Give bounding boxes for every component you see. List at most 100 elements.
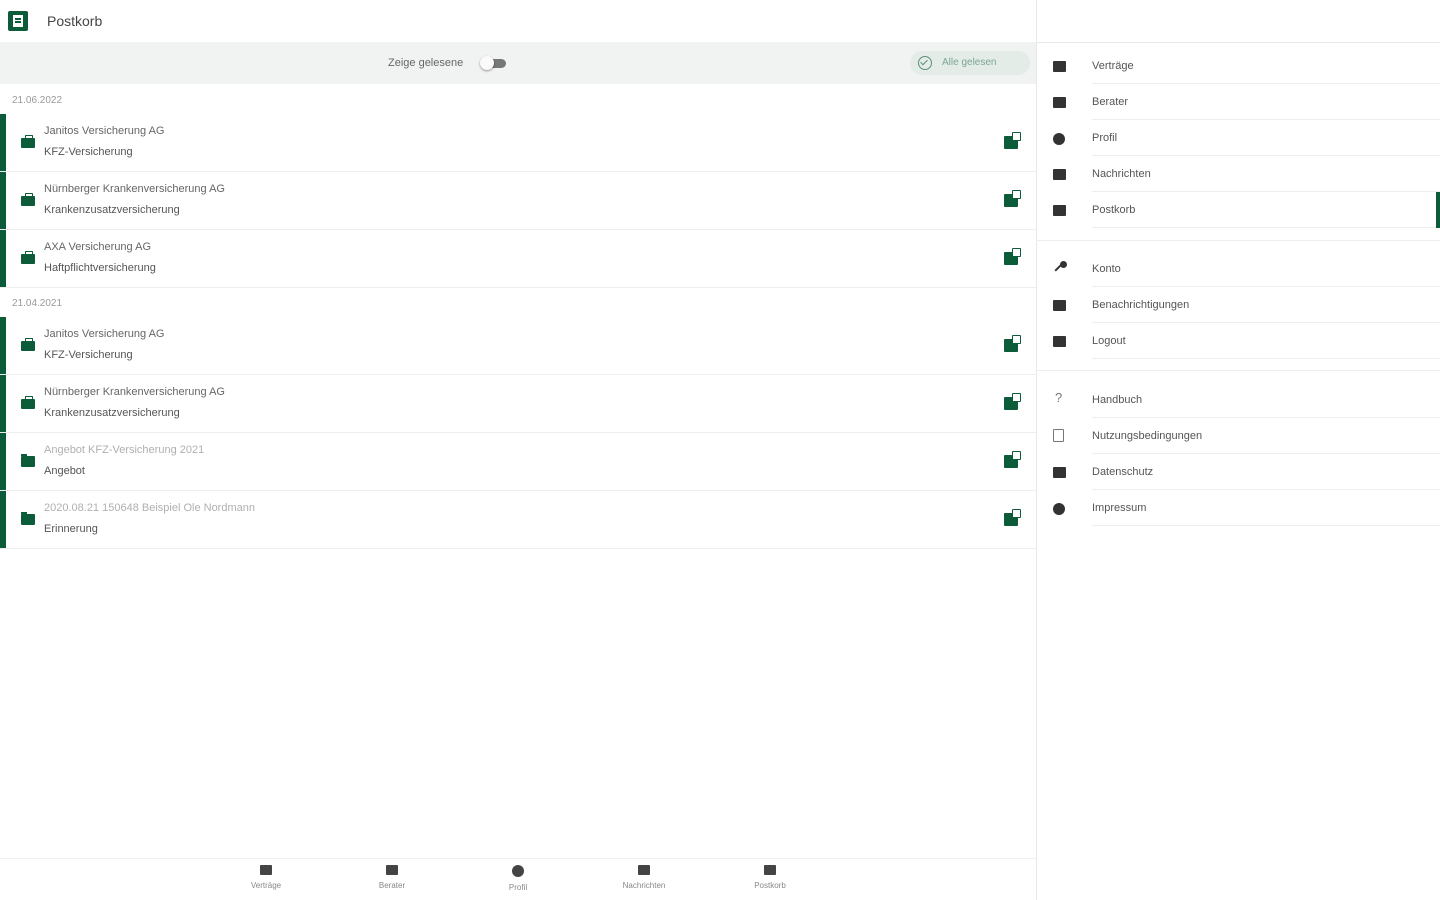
info-icon (1053, 503, 1065, 515)
sidebar-item-konto[interactable]: Konto (1037, 251, 1440, 287)
section-divider (1037, 370, 1440, 371)
item-subject: Haftpflichtversicherung (44, 262, 156, 274)
profile-icon (1053, 133, 1065, 145)
briefcase-icon (1053, 61, 1066, 72)
list-item[interactable]: Nürnberger Krankenversicherung AG Kranke… (0, 172, 1036, 230)
bottom-nav-nachrichten[interactable]: Nachrichten (604, 865, 684, 890)
briefcase-icon (21, 193, 35, 206)
item-subject: KFZ-Versicherung (44, 146, 133, 158)
inbox-icon (1053, 205, 1066, 216)
date-header: 21.06.2022 (12, 95, 63, 106)
list-item[interactable]: Janitos Versicherung AG KFZ-Versicherung (0, 317, 1036, 375)
item-sender: Nürnberger Krankenversicherung AG (44, 386, 225, 398)
sidebar-item-label: Postkorb (1092, 204, 1136, 216)
sidebar-item-label: Benachrichtigungen (1092, 299, 1190, 311)
sidebar-item-label: Handbuch (1092, 394, 1143, 406)
divider (1092, 358, 1440, 359)
briefcase-icon (21, 135, 35, 148)
list-item[interactable]: Angebot KFZ-Versicherung 2021 Angebot (0, 433, 1036, 491)
check-circle-icon (918, 56, 932, 70)
bottom-nav-label: Berater (378, 881, 406, 890)
item-subject: Erinnerung (44, 523, 98, 535)
show-read-label: Zeige gelesene (388, 57, 464, 69)
sidebar-item-handbuch[interactable]: ? Handbuch (1037, 382, 1440, 418)
sidebar-item-nutzungsbedingungen[interactable]: Nutzungsbedingungen (1037, 418, 1440, 454)
open-external-icon[interactable] (1004, 190, 1021, 207)
bottom-nav: Verträge Berater Profil Nachrichten Post… (0, 858, 1036, 900)
mail-icon (638, 865, 650, 875)
sidebar-item-label: Verträge (1092, 60, 1134, 72)
bottom-nav-label: Verträge (250, 881, 282, 890)
folder-icon (21, 512, 35, 525)
bottom-nav-label: Profil (508, 883, 528, 892)
sidebar-item-label: Datenschutz (1092, 466, 1154, 478)
sidebar-item-datenschutz[interactable]: Datenschutz (1037, 454, 1440, 490)
app-logo-icon[interactable] (8, 11, 28, 31)
item-sender: Janitos Versicherung AG (44, 328, 165, 340)
open-external-icon[interactable] (1004, 132, 1021, 149)
mark-all-read-button[interactable]: Alle gelesen (910, 51, 1030, 75)
list-item[interactable]: Nürnberger Krankenversicherung AG Kranke… (0, 375, 1036, 433)
mail-icon (1053, 169, 1066, 180)
divider (1092, 227, 1440, 228)
document-icon (1053, 429, 1064, 442)
item-subject: Krankenzusatzversicherung (44, 204, 180, 216)
sidebar-item-profil[interactable]: Profil (1037, 120, 1440, 156)
main-panel: Postkorb Zeige gelesene Alle gelesen 21.… (0, 0, 1036, 900)
lock-icon (1053, 467, 1066, 478)
message-group: Janitos Versicherung AG KFZ-Versicherung… (0, 114, 1036, 288)
open-external-icon[interactable] (1004, 335, 1021, 352)
sidebar-item-benachrichtigungen[interactable]: Benachrichtigungen (1037, 287, 1440, 323)
mark-all-read-label: Alle gelesen (942, 57, 997, 68)
top-bar: Postkorb (0, 0, 1036, 42)
divider (1092, 525, 1440, 526)
briefcase-icon (21, 396, 35, 409)
date-header: 21.04.2021 (12, 298, 63, 309)
open-external-icon[interactable] (1004, 248, 1021, 265)
profile-icon (512, 865, 524, 877)
sidebar-item-label: Berater (1092, 96, 1129, 108)
item-sender: 2020.08.21 150648 Beispiel Ole Nordmann (44, 502, 255, 514)
sidebar-item-label: Profil (1092, 132, 1118, 144)
sidebar-item-postkorb[interactable]: Postkorb (1037, 192, 1440, 228)
people-icon (1053, 97, 1066, 108)
list-item[interactable]: Janitos Versicherung AG KFZ-Versicherung (0, 114, 1036, 172)
sidebar-item-nachrichten[interactable]: Nachrichten (1037, 156, 1440, 192)
sidebar-item-berater[interactable]: Berater (1037, 84, 1440, 120)
bottom-nav-label: Nachrichten (622, 881, 666, 890)
filter-bar: Zeige gelesene (0, 42, 1036, 84)
sidebar-item-label: Impressum (1092, 502, 1147, 514)
item-sender: Angebot KFZ-Versicherung 2021 (44, 444, 205, 456)
briefcase-icon (21, 251, 35, 264)
item-sender: Janitos Versicherung AG (44, 125, 165, 137)
bottom-nav-berater[interactable]: Berater (352, 865, 432, 890)
active-indicator (1436, 192, 1440, 228)
sidebar-item-label: Konto (1092, 263, 1121, 275)
list-item[interactable]: 2020.08.21 150648 Beispiel Ole Nordmann … (0, 491, 1036, 549)
help-icon: ? (1055, 390, 1063, 405)
open-external-icon[interactable] (1004, 509, 1021, 526)
bottom-nav-profil[interactable]: Profil (478, 865, 558, 892)
sidebar-item-impressum[interactable]: Impressum (1037, 490, 1440, 526)
sidebar-item-vertraege[interactable]: Verträge (1037, 48, 1440, 84)
show-read-toggle[interactable] (480, 56, 506, 70)
open-external-icon[interactable] (1004, 451, 1021, 468)
inbox-icon (764, 865, 776, 875)
sidebar-item-label: Logout (1092, 335, 1126, 347)
item-subject: Krankenzusatzversicherung (44, 407, 180, 419)
folder-icon (21, 454, 35, 467)
sidebar-item-logout[interactable]: Logout (1037, 323, 1440, 359)
item-sender: Nürnberger Krankenversicherung AG (44, 183, 225, 195)
list-item[interactable]: AXA Versicherung AG Haftpflichtversicher… (0, 230, 1036, 288)
page-title: Postkorb (47, 13, 103, 29)
bottom-nav-postkorb[interactable]: Postkorb (730, 865, 810, 890)
logout-icon (1053, 336, 1066, 347)
bottom-nav-vertraege[interactable]: Verträge (226, 865, 306, 890)
message-group: Janitos Versicherung AG KFZ-Versicherung… (0, 317, 1036, 549)
divider (1037, 42, 1440, 43)
briefcase-icon (21, 338, 35, 351)
toggle-knob (480, 56, 494, 70)
open-external-icon[interactable] (1004, 393, 1021, 410)
item-sender: AXA Versicherung AG (44, 241, 152, 253)
bottom-nav-label: Postkorb (754, 881, 786, 890)
